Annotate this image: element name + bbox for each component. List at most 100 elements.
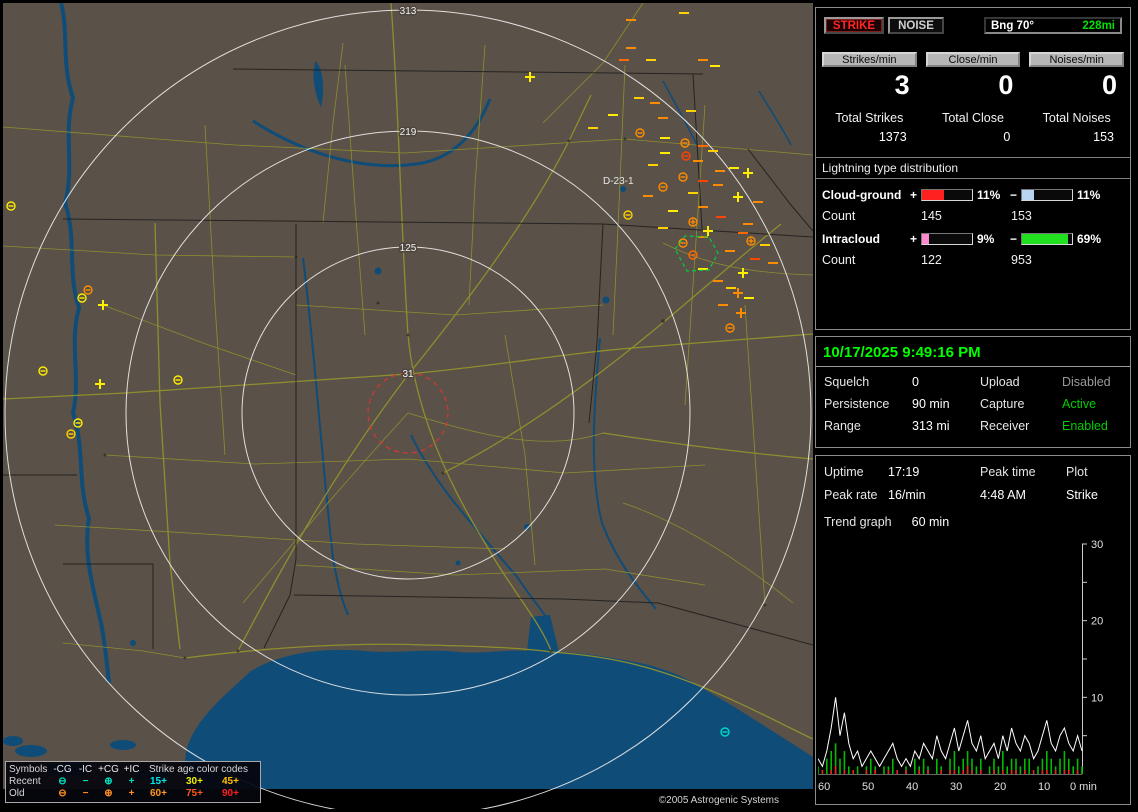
upload-status: Disabled <box>1062 375 1111 389</box>
svg-text:20: 20 <box>994 781 1006 793</box>
peak-time-label: Peak time <box>980 465 1036 479</box>
intracloud-row: Intracloud + 9% − 69% <box>816 232 1130 246</box>
status-grid: Squelch 0 Upload Disabled Persistence 90… <box>816 367 1130 433</box>
legend-col-pos-cg: +CG <box>98 764 119 775</box>
minus-sign: − <box>1009 188 1017 202</box>
range-label: Range <box>824 419 861 433</box>
svg-text:20: 20 <box>1091 616 1103 628</box>
ic-minus-percent: 69% <box>1077 232 1102 246</box>
svg-text:60: 60 <box>818 781 830 793</box>
range-value: 313 mi <box>912 419 950 433</box>
svg-text:10: 10 <box>1038 781 1050 793</box>
noise-mode-button[interactable]: NOISE <box>888 17 944 34</box>
ic-minus-bar-fill <box>1022 234 1068 244</box>
age-code-60: 60+ <box>150 788 167 799</box>
legend-recent-label: Recent <box>9 776 41 787</box>
age-code-90: 90+ <box>222 788 239 799</box>
range-ring-label: 125 <box>400 243 417 254</box>
bearing-display: Bng 70° 228mi <box>984 17 1122 34</box>
squelch-label: Squelch <box>824 375 870 389</box>
age-code-30: 30+ <box>186 776 203 787</box>
minus-sign: − <box>1009 232 1017 246</box>
ic-minus-bar <box>1021 233 1073 245</box>
cg-plus-bar <box>921 189 973 201</box>
receiver-label: Receiver <box>980 419 1030 433</box>
lightning-distribution-title: Lightning type distribution <box>816 157 1130 179</box>
svg-text:30: 30 <box>950 781 962 793</box>
trend-graph-label: Trend graph <box>824 515 892 529</box>
peak-time-value: 4:48 AM <box>980 488 1026 502</box>
legend-old-label: Old <box>9 788 25 799</box>
age-code-15: 15+ <box>150 776 167 787</box>
total-strikes-value: 1373 <box>878 130 907 144</box>
uptime-label: Uptime <box>824 465 864 479</box>
noises-per-min-chip: Noises/min <box>1029 52 1125 67</box>
noises-per-min-value: 0 <box>1101 70 1118 100</box>
svg-text:10: 10 <box>1091 692 1103 704</box>
ic-minus-count: 953 <box>1011 253 1032 267</box>
plus-icon: + <box>128 788 135 799</box>
plus-icon: + <box>128 776 135 787</box>
total-noises-value: 153 <box>1093 130 1115 144</box>
persistence-label: Persistence <box>824 397 890 411</box>
cg-plus-percent: 11% <box>977 188 1001 202</box>
circle-plus-icon: ⊕ <box>104 788 113 799</box>
cg-minus-bar-fill <box>1022 190 1034 200</box>
trend-graph: 30 20 10 60 50 40 30 20 10 0 min <box>818 540 1103 793</box>
strikes-per-min-chip: Strikes/min <box>822 52 917 67</box>
status-panel: 10/17/2025 9:49:16 PM Squelch 0 Upload D… <box>815 336 1131 448</box>
strikes-per-min-value: 3 <box>894 70 910 100</box>
noises-column: Noises/min 0 Total Noises 153 <box>1029 52 1125 144</box>
circle-plus-icon: ⊕ <box>104 776 113 787</box>
capture-status: Active <box>1062 397 1097 411</box>
counters-panel: STRIKE NOISE Bng 70° 228mi Strikes/min 3… <box>815 7 1131 330</box>
total-noises-label: Total Noises <box>1042 111 1111 125</box>
count-label: Count <box>822 253 856 267</box>
age-code-75: 75+ <box>186 788 203 799</box>
marsh-water <box>15 745 47 757</box>
range-ring-label: 219 <box>400 127 417 138</box>
peak-rate-label: Peak rate <box>824 488 878 502</box>
range-ring-label: 313 <box>400 6 417 17</box>
legend-col-pos-ic: +IC <box>123 764 140 775</box>
lightning-map[interactable]: 31 125 219 313 D-23-1 ©2005 Astrogenic Syst… <box>3 3 813 809</box>
count-label: Count <box>822 209 856 223</box>
legend-recent-row: Recent ⊖ − ⊕ + 15+ 30+ 45+ <box>9 776 257 788</box>
svg-text:30: 30 <box>1091 540 1103 551</box>
cloud-ground-count-row: Count 145 153 <box>816 209 1130 223</box>
close-per-min-value: 0 <box>998 70 1014 100</box>
cg-plus-count: 145 <box>921 209 942 223</box>
peak-rate-value: 16/min <box>888 488 926 502</box>
trend-header: Trend graph 60 min <box>816 502 1130 529</box>
svg-text:40: 40 <box>906 781 918 793</box>
map-canvas[interactable]: 31 125 219 313 D-23-1 ©2005 Astrogenic Syst… <box>3 3 813 809</box>
map-copyright: ©2005 Astrogenic Systems <box>659 795 779 806</box>
mode-button-row: STRIKE NOISE Bng 70° 228mi <box>822 17 1124 36</box>
ic-plus-bar-fill <box>922 234 929 244</box>
cg-plus-bar-fill <box>922 190 944 200</box>
svg-text:0 min: 0 min <box>1070 781 1097 793</box>
cg-minus-percent: 11% <box>1077 188 1101 202</box>
ic-plus-bar <box>921 233 973 245</box>
intracloud-label: Intracloud <box>822 232 881 246</box>
capture-label: Capture <box>980 397 1025 411</box>
current-datetime: 10/17/2025 9:49:16 PM <box>823 344 981 361</box>
range-ring-label: 31 <box>402 369 414 380</box>
intracloud-count-row: Count 122 953 <box>816 253 1130 267</box>
trend-panel: Uptime 17:19 Peak time Plot Peak rate 16… <box>815 455 1131 805</box>
receiver-status: Enabled <box>1062 419 1108 433</box>
strike-mode-button[interactable]: STRIKE <box>824 17 884 34</box>
bearing-distance: 228mi <box>1082 19 1115 32</box>
circle-minus-icon: ⊖ <box>58 788 67 799</box>
close-column: Close/min 0 Total Close 0 <box>925 52 1021 144</box>
lake <box>455 560 461 566</box>
stormvue-window: 31 125 219 313 D-23-1 ©2005 Astrogenic Syst… <box>0 0 1138 812</box>
plus-sign: + <box>909 232 917 246</box>
minus-icon: − <box>82 776 89 787</box>
rate-counters-row: Strikes/min 3 Total Strikes 1373 Close/m… <box>816 52 1130 144</box>
trend-window-value: 60 min <box>911 515 950 529</box>
total-close-label: Total Close <box>942 111 1004 125</box>
marsh-water <box>3 736 23 746</box>
legend-old-row: Old ⊖ − ⊕ + 60+ 75+ 90+ <box>9 788 257 800</box>
svg-text:50: 50 <box>862 781 874 793</box>
